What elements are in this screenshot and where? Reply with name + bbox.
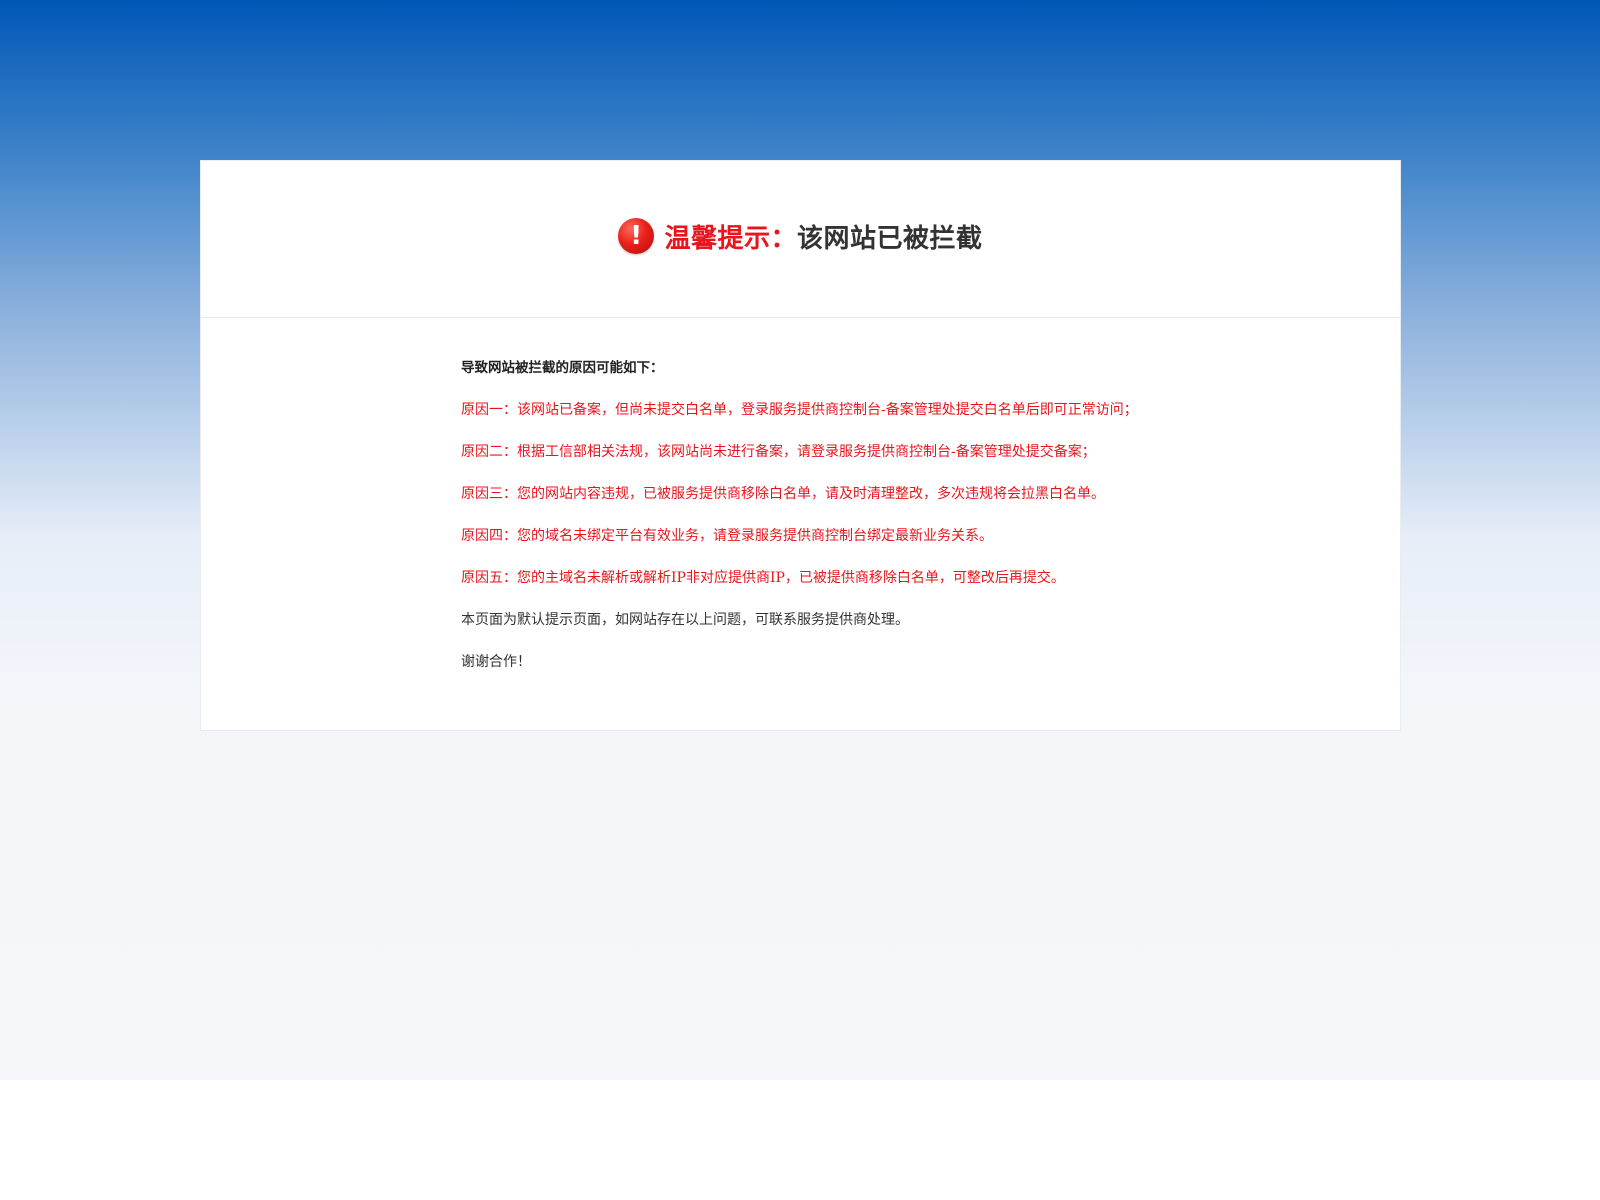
- thanks-text: 谢谢合作！: [461, 654, 531, 670]
- notice-card: ! 温馨提示： 该网站已被拦截 导致网站被拦截的原因可能如下： 原因一：该网站已…: [200, 160, 1401, 731]
- title-prefix: 温馨提示：: [664, 223, 797, 254]
- exclamation-circle-icon: !: [618, 218, 655, 254]
- reason-item: 原因五：您的主域名未解析或解析IP非对应提供商IP，已被提供商移除白名单，可整改…: [461, 570, 1065, 586]
- page-title: ! 温馨提示： 该网站已被拦截: [618, 218, 982, 255]
- notice-body: 导致网站被拦截的原因可能如下： 原因一：该网站已备案，但尚未提交白名单，登录服务…: [201, 318, 1400, 671]
- reasons-intro: 导致网站被拦截的原因可能如下：: [461, 360, 664, 376]
- reason-item: 原因一：该网站已备案，但尚未提交白名单，登录服务提供商控制台-备案管理处提交白名…: [461, 402, 1138, 418]
- reason-item: 原因三：您的网站内容违规，已被服务提供商移除白名单，请及时清理整改，多次违规将会…: [461, 486, 1105, 502]
- reason-item: 原因二：根据工信部相关法规，该网站尚未进行备案，请登录服务提供商控制台-备案管理…: [461, 444, 1096, 460]
- title-main: 该网站已被拦截: [797, 223, 983, 254]
- reason-item: 原因四：您的域名未绑定平台有效业务，请登录服务提供商控制台绑定最新业务关系。: [461, 528, 993, 544]
- default-page-note: 本页面为默认提示页面，如网站存在以上问题，可联系服务提供商处理。: [461, 612, 909, 628]
- notice-header: ! 温馨提示： 该网站已被拦截: [201, 161, 1400, 318]
